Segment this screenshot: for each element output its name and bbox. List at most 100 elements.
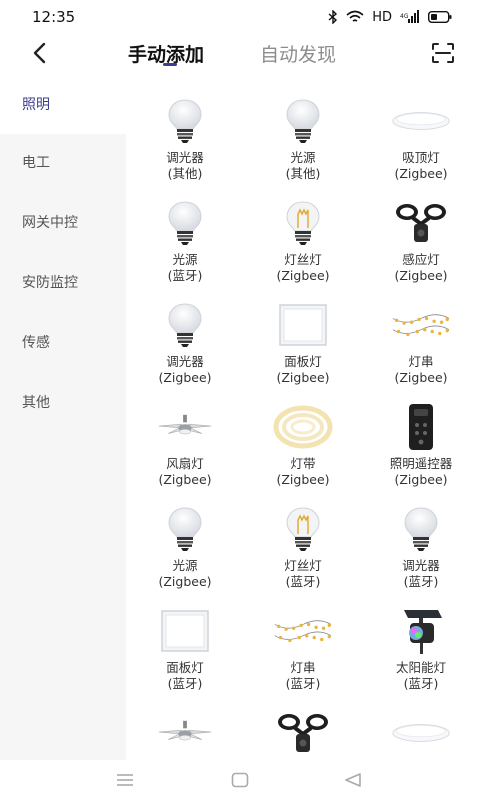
- light-strip-icon: [273, 402, 333, 452]
- device-tile[interactable]: 灯丝灯 (蓝牙): [244, 498, 362, 600]
- device-tile[interactable]: 灯串 (蓝牙): [244, 600, 362, 702]
- device-protocol: (其他): [285, 166, 321, 181]
- active-tab-indicator: [163, 63, 177, 66]
- device-name: 感应灯: [402, 252, 440, 267]
- chevron-left-icon: [33, 42, 46, 64]
- filament-bulb-icon: [273, 504, 333, 554]
- device-tile[interactable]: 面板灯 (蓝牙): [126, 600, 244, 702]
- sidebar-item-label: 传感: [22, 335, 50, 351]
- device-name: 吸顶灯: [402, 150, 440, 165]
- device-name: 照明遥控器: [389, 456, 453, 471]
- bulb-icon: [155, 300, 215, 350]
- device-protocol: (Zigbee): [158, 472, 212, 487]
- string-light-icon: [273, 606, 333, 656]
- device-protocol: (Zigbee): [158, 370, 212, 385]
- wifi-icon: [346, 10, 364, 22]
- device-name: 太阳能灯: [395, 660, 446, 675]
- device-tile[interactable]: 感应灯 (Zigbee): [362, 192, 480, 294]
- sidebar-item-security[interactable]: 安防监控: [0, 252, 126, 312]
- ceiling-light-icon: [391, 708, 451, 758]
- device-protocol: (蓝牙): [167, 268, 203, 283]
- device-name: 光源: [172, 252, 198, 267]
- device-protocol: (Zigbee): [158, 574, 212, 589]
- device-tile[interactable]: 光源 (其他): [244, 90, 362, 192]
- battery-icon: [428, 11, 452, 23]
- device-grid: 调光器 (其他) 光源 (其他) 吸顶灯 (Zigbee) 光源 (蓝牙) 灯丝灯 (Zigbee…: [126, 74, 480, 760]
- remote-control-icon: [391, 402, 451, 452]
- device-protocol: (蓝牙): [403, 574, 439, 589]
- string-light-icon: [391, 300, 451, 350]
- home-button[interactable]: [227, 768, 253, 792]
- device-name: 灯丝灯: [284, 252, 322, 267]
- bluetooth-icon: [328, 10, 338, 24]
- device-tile[interactable]: 光源 (蓝牙): [126, 192, 244, 294]
- filament-bulb-icon: [273, 198, 333, 248]
- sidebar-item-label: 其他: [22, 395, 50, 411]
- category-sidebar: 照明 电工 网关中控 安防监控 传感 其他: [0, 74, 126, 760]
- device-name: 灯带: [290, 456, 316, 471]
- device-name: 光源: [172, 558, 198, 573]
- device-tile[interactable]: 调光器 (其他): [126, 90, 244, 192]
- system-nav-bar: [0, 760, 480, 800]
- home-square-icon: [231, 772, 249, 788]
- device-protocol: (蓝牙): [167, 676, 203, 691]
- bulb-icon: [155, 504, 215, 554]
- bulb-icon: [155, 96, 215, 146]
- device-tile[interactable]: [244, 702, 362, 760]
- device-tile[interactable]: 调光器 (蓝牙): [362, 498, 480, 600]
- device-tile[interactable]: 灯串 (Zigbee): [362, 294, 480, 396]
- device-protocol: (Zigbee): [276, 472, 330, 487]
- device-protocol: (蓝牙): [285, 676, 321, 691]
- ceiling-light-icon: [391, 96, 451, 146]
- device-protocol: (Zigbee): [394, 472, 448, 487]
- sidebar-item-other[interactable]: 其他: [0, 372, 126, 432]
- device-tile[interactable]: 风扇灯 (Zigbee): [126, 396, 244, 498]
- device-tile[interactable]: 灯带 (Zigbee): [244, 396, 362, 498]
- device-name: 面板灯: [284, 354, 322, 369]
- scan-icon: [432, 43, 454, 63]
- panel-light-icon: [273, 300, 333, 350]
- menu-button[interactable]: [112, 768, 138, 792]
- device-tile[interactable]: 吸顶灯 (Zigbee): [362, 90, 480, 192]
- sidebar-item-gateway[interactable]: 网关中控: [0, 192, 126, 252]
- device-tile[interactable]: [126, 702, 244, 760]
- back-triangle-icon: [345, 773, 361, 787]
- device-name: 调光器: [402, 558, 440, 573]
- sidebar-item-lighting[interactable]: 照明: [0, 74, 126, 134]
- fan-light-icon: [155, 708, 215, 758]
- device-name: 调光器: [166, 150, 204, 165]
- sidebar-item-label: 网关中控: [22, 215, 78, 231]
- device-protocol: (其他): [167, 166, 203, 181]
- network-label: HD: [372, 9, 392, 25]
- device-tile[interactable]: 照明遥控器 (Zigbee): [362, 396, 480, 498]
- bulb-icon: [391, 504, 451, 554]
- sidebar-item-sensors[interactable]: 传感: [0, 312, 126, 372]
- device-tile[interactable]: 面板灯 (Zigbee): [244, 294, 362, 396]
- device-tile[interactable]: 太阳能灯 (蓝牙): [362, 600, 480, 702]
- status-time: 12:35: [32, 8, 76, 26]
- bulb-icon: [155, 198, 215, 248]
- scan-button[interactable]: [428, 38, 458, 68]
- sensor-light-icon: [391, 198, 451, 248]
- device-protocol: (Zigbee): [394, 370, 448, 385]
- back-button[interactable]: [24, 38, 54, 68]
- device-protocol: (Zigbee): [394, 268, 448, 283]
- device-name: 调光器: [166, 354, 204, 369]
- bulb-icon: [273, 96, 333, 146]
- signal-icon: 4G: [400, 10, 419, 23]
- device-tile[interactable]: 灯丝灯 (Zigbee): [244, 192, 362, 294]
- sidebar-item-label: 照明: [22, 97, 50, 113]
- device-tile[interactable]: 调光器 (Zigbee): [126, 294, 244, 396]
- panel-light-icon: [155, 606, 215, 656]
- device-protocol: (Zigbee): [394, 166, 448, 181]
- sidebar-item-label: 安防监控: [22, 275, 78, 291]
- device-protocol: (蓝牙): [403, 676, 439, 691]
- solar-light-icon: [391, 606, 451, 656]
- device-tile[interactable]: [362, 702, 480, 760]
- back-nav-button[interactable]: [340, 768, 366, 792]
- tab-auto-discover[interactable]: 自动发现: [260, 40, 336, 67]
- device-name: 灯串: [290, 660, 316, 675]
- sensor-light-icon: [273, 708, 333, 758]
- device-tile[interactable]: 光源 (Zigbee): [126, 498, 244, 600]
- sidebar-item-electrical[interactable]: 电工: [0, 132, 126, 192]
